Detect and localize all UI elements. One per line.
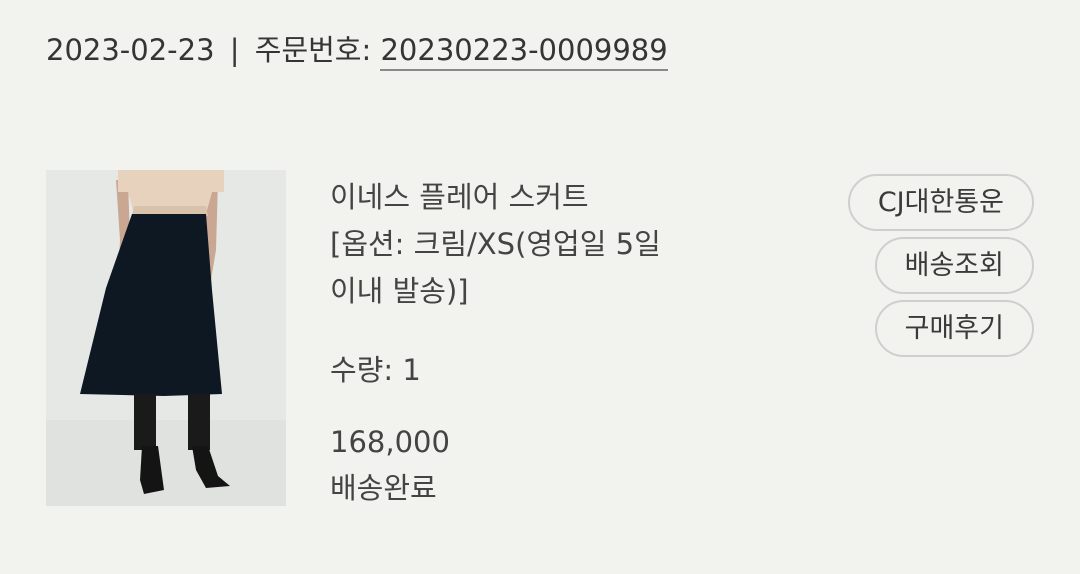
product-option-cont: 이내 발송)] [330,274,469,308]
order-actions: CJ대한통운 배송조회 구매후기 [847,174,1034,357]
header-separator: | [229,33,240,67]
product-price: 168,000 [330,425,450,459]
track-delivery-button[interactable]: 배송조회 [874,237,1034,294]
product-title: 이네스 플레어 스커트 [330,180,589,214]
product-option: [옵션: 크림/XS(영업일 5일 [330,227,661,261]
product-image[interactable] [46,170,286,506]
skirt-photo-illustration [46,170,286,506]
delivery-status: 배송완료 [330,471,437,505]
order-header: 2023-02-23 | 주문번호: 20230223-0009989 [46,28,668,72]
courier-button[interactable]: CJ대한통운 [847,174,1034,231]
order-number-link[interactable]: 20230223-0009989 [380,33,668,71]
order-date: 2023-02-23 [46,33,215,67]
write-review-button[interactable]: 구매후기 [874,300,1034,357]
product-quantity: 수량: 1 [330,353,421,387]
product-name[interactable]: 이네스 플레어 스커트 [옵션: 크림/XS(영업일 5일 이내 발송)] [330,174,750,315]
product-info: 이네스 플레어 스커트 [옵션: 크림/XS(영업일 5일 이내 발송)] 수량… [330,174,750,512]
order-number-label: 주문번호: [254,33,372,67]
